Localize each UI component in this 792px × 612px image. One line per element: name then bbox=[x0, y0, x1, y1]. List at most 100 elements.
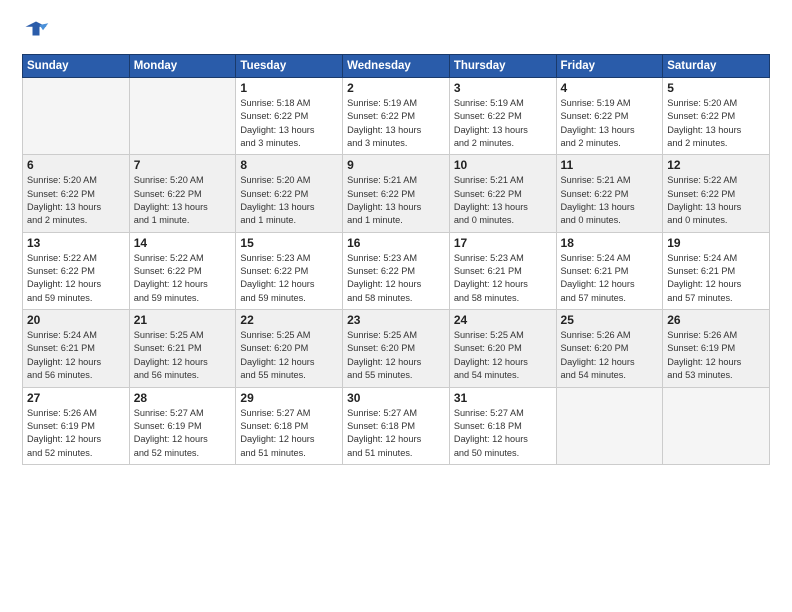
calendar-week-1: 1 Sunrise: 5:18 AM Sunset: 6:22 PM Daylig… bbox=[23, 78, 770, 155]
weekday-header-saturday: Saturday bbox=[663, 55, 770, 78]
calendar-cell: 8 Sunrise: 5:20 AM Sunset: 6:22 PM Daylig… bbox=[236, 155, 343, 232]
day-number: 12 bbox=[667, 158, 765, 172]
day-number: 17 bbox=[454, 236, 552, 250]
day-info: Sunrise: 5:23 AM Sunset: 6:22 PM Dayligh… bbox=[240, 252, 338, 305]
day-info: Sunrise: 5:20 AM Sunset: 6:22 PM Dayligh… bbox=[240, 174, 338, 227]
calendar-cell: 10 Sunrise: 5:21 AM Sunset: 6:22 PM Dayli… bbox=[449, 155, 556, 232]
calendar-cell: 27 Sunrise: 5:26 AM Sunset: 6:19 PM Dayli… bbox=[23, 387, 130, 464]
day-number: 21 bbox=[134, 313, 232, 327]
day-info: Sunrise: 5:20 AM Sunset: 6:22 PM Dayligh… bbox=[134, 174, 232, 227]
calendar-cell: 19Sunrise: 5:24 AM Sunset: 6:21 PM Dayli… bbox=[663, 232, 770, 309]
weekday-header-sunday: Sunday bbox=[23, 55, 130, 78]
weekday-header-monday: Monday bbox=[129, 55, 236, 78]
calendar-cell: 1 Sunrise: 5:18 AM Sunset: 6:22 PM Daylig… bbox=[236, 78, 343, 155]
day-info: Sunrise: 5:18 AM Sunset: 6:22 PM Dayligh… bbox=[240, 97, 338, 150]
day-number: 2 bbox=[347, 81, 445, 95]
calendar-cell: 28 Sunrise: 5:27 AM Sunset: 6:19 PM Dayli… bbox=[129, 387, 236, 464]
day-number: 9 bbox=[347, 158, 445, 172]
day-info: Sunrise: 5:23 AM Sunset: 6:21 PM Dayligh… bbox=[454, 252, 552, 305]
calendar-cell: 17 Sunrise: 5:23 AM Sunset: 6:21 PM Dayli… bbox=[449, 232, 556, 309]
day-number: 14 bbox=[134, 236, 232, 250]
day-info: Sunrise: 5:19 AM Sunset: 6:22 PM Dayligh… bbox=[454, 97, 552, 150]
calendar-cell: 16 Sunrise: 5:23 AM Sunset: 6:22 PM Dayli… bbox=[343, 232, 450, 309]
calendar-cell: 20 Sunrise: 5:24 AM Sunset: 6:21 PM Dayli… bbox=[23, 310, 130, 387]
day-number: 7 bbox=[134, 158, 232, 172]
day-number: 3 bbox=[454, 81, 552, 95]
calendar-cell: 15Sunrise: 5:23 AM Sunset: 6:22 PM Dayli… bbox=[236, 232, 343, 309]
day-number: 5 bbox=[667, 81, 765, 95]
calendar-cell: 25 Sunrise: 5:26 AM Sunset: 6:20 PM Dayli… bbox=[556, 310, 663, 387]
calendar-cell: 12 Sunrise: 5:22 AM Sunset: 6:22 PM Dayli… bbox=[663, 155, 770, 232]
day-info: Sunrise: 5:26 AM Sunset: 6:19 PM Dayligh… bbox=[27, 407, 125, 460]
weekday-header-tuesday: Tuesday bbox=[236, 55, 343, 78]
calendar-page: SundayMondayTuesdayWednesdayThursdayFrid… bbox=[0, 0, 792, 612]
day-number: 18 bbox=[561, 236, 659, 250]
day-info: Sunrise: 5:20 AM Sunset: 6:22 PM Dayligh… bbox=[667, 97, 765, 150]
day-number: 1 bbox=[240, 81, 338, 95]
day-number: 4 bbox=[561, 81, 659, 95]
calendar-cell: 22Sunrise: 5:25 AM Sunset: 6:20 PM Dayli… bbox=[236, 310, 343, 387]
day-info: Sunrise: 5:26 AM Sunset: 6:19 PM Dayligh… bbox=[667, 329, 765, 382]
day-number: 6 bbox=[27, 158, 125, 172]
calendar-cell: 9 Sunrise: 5:21 AM Sunset: 6:22 PM Daylig… bbox=[343, 155, 450, 232]
header bbox=[22, 18, 770, 46]
day-number: 22 bbox=[240, 313, 338, 327]
day-info: Sunrise: 5:27 AM Sunset: 6:19 PM Dayligh… bbox=[134, 407, 232, 460]
day-number: 20 bbox=[27, 313, 125, 327]
weekday-header-friday: Friday bbox=[556, 55, 663, 78]
logo-icon bbox=[22, 18, 50, 46]
day-info: Sunrise: 5:21 AM Sunset: 6:22 PM Dayligh… bbox=[347, 174, 445, 227]
day-info: Sunrise: 5:24 AM Sunset: 6:21 PM Dayligh… bbox=[27, 329, 125, 382]
day-info: Sunrise: 5:24 AM Sunset: 6:21 PM Dayligh… bbox=[561, 252, 659, 305]
day-number: 16 bbox=[347, 236, 445, 250]
day-number: 19 bbox=[667, 236, 765, 250]
day-number: 29 bbox=[240, 391, 338, 405]
day-info: Sunrise: 5:19 AM Sunset: 6:22 PM Dayligh… bbox=[347, 97, 445, 150]
day-number: 13 bbox=[27, 236, 125, 250]
day-info: Sunrise: 5:22 AM Sunset: 6:22 PM Dayligh… bbox=[667, 174, 765, 227]
day-info: Sunrise: 5:22 AM Sunset: 6:22 PM Dayligh… bbox=[134, 252, 232, 305]
day-info: Sunrise: 5:27 AM Sunset: 6:18 PM Dayligh… bbox=[240, 407, 338, 460]
weekday-header-row: SundayMondayTuesdayWednesdayThursdayFrid… bbox=[23, 55, 770, 78]
calendar-cell bbox=[663, 387, 770, 464]
calendar-cell bbox=[129, 78, 236, 155]
day-info: Sunrise: 5:19 AM Sunset: 6:22 PM Dayligh… bbox=[561, 97, 659, 150]
day-number: 11 bbox=[561, 158, 659, 172]
day-info: Sunrise: 5:27 AM Sunset: 6:18 PM Dayligh… bbox=[454, 407, 552, 460]
day-number: 27 bbox=[27, 391, 125, 405]
calendar-cell bbox=[23, 78, 130, 155]
calendar-cell: 24Sunrise: 5:25 AM Sunset: 6:20 PM Dayli… bbox=[449, 310, 556, 387]
day-number: 24 bbox=[454, 313, 552, 327]
day-number: 31 bbox=[454, 391, 552, 405]
day-info: Sunrise: 5:21 AM Sunset: 6:22 PM Dayligh… bbox=[454, 174, 552, 227]
day-number: 10 bbox=[454, 158, 552, 172]
calendar-cell: 30Sunrise: 5:27 AM Sunset: 6:18 PM Dayli… bbox=[343, 387, 450, 464]
calendar-cell: 26 Sunrise: 5:26 AM Sunset: 6:19 PM Dayli… bbox=[663, 310, 770, 387]
day-number: 30 bbox=[347, 391, 445, 405]
calendar-cell: 18 Sunrise: 5:24 AM Sunset: 6:21 PM Dayli… bbox=[556, 232, 663, 309]
calendar-cell: 13 Sunrise: 5:22 AM Sunset: 6:22 PM Dayli… bbox=[23, 232, 130, 309]
calendar-week-2: 6 Sunrise: 5:20 AM Sunset: 6:22 PM Daylig… bbox=[23, 155, 770, 232]
calendar-week-3: 13 Sunrise: 5:22 AM Sunset: 6:22 PM Dayli… bbox=[23, 232, 770, 309]
day-info: Sunrise: 5:25 AM Sunset: 6:21 PM Dayligh… bbox=[134, 329, 232, 382]
day-info: Sunrise: 5:25 AM Sunset: 6:20 PM Dayligh… bbox=[347, 329, 445, 382]
day-info: Sunrise: 5:22 AM Sunset: 6:22 PM Dayligh… bbox=[27, 252, 125, 305]
day-number: 8 bbox=[240, 158, 338, 172]
calendar-cell: 2 Sunrise: 5:19 AM Sunset: 6:22 PM Daylig… bbox=[343, 78, 450, 155]
calendar-cell: 29 Sunrise: 5:27 AM Sunset: 6:18 PM Dayli… bbox=[236, 387, 343, 464]
day-number: 26 bbox=[667, 313, 765, 327]
weekday-header-thursday: Thursday bbox=[449, 55, 556, 78]
logo bbox=[22, 18, 54, 46]
day-info: Sunrise: 5:21 AM Sunset: 6:22 PM Dayligh… bbox=[561, 174, 659, 227]
day-info: Sunrise: 5:20 AM Sunset: 6:22 PM Dayligh… bbox=[27, 174, 125, 227]
day-info: Sunrise: 5:26 AM Sunset: 6:20 PM Dayligh… bbox=[561, 329, 659, 382]
calendar-cell: 5 Sunrise: 5:20 AM Sunset: 6:22 PM Daylig… bbox=[663, 78, 770, 155]
calendar-cell: 14 Sunrise: 5:22 AM Sunset: 6:22 PM Dayli… bbox=[129, 232, 236, 309]
calendar-cell: 7 Sunrise: 5:20 AM Sunset: 6:22 PM Daylig… bbox=[129, 155, 236, 232]
day-number: 28 bbox=[134, 391, 232, 405]
weekday-header-wednesday: Wednesday bbox=[343, 55, 450, 78]
calendar-cell: 31 Sunrise: 5:27 AM Sunset: 6:18 PM Dayli… bbox=[449, 387, 556, 464]
day-info: Sunrise: 5:23 AM Sunset: 6:22 PM Dayligh… bbox=[347, 252, 445, 305]
calendar-cell: 23Sunrise: 5:25 AM Sunset: 6:20 PM Dayli… bbox=[343, 310, 450, 387]
day-number: 25 bbox=[561, 313, 659, 327]
